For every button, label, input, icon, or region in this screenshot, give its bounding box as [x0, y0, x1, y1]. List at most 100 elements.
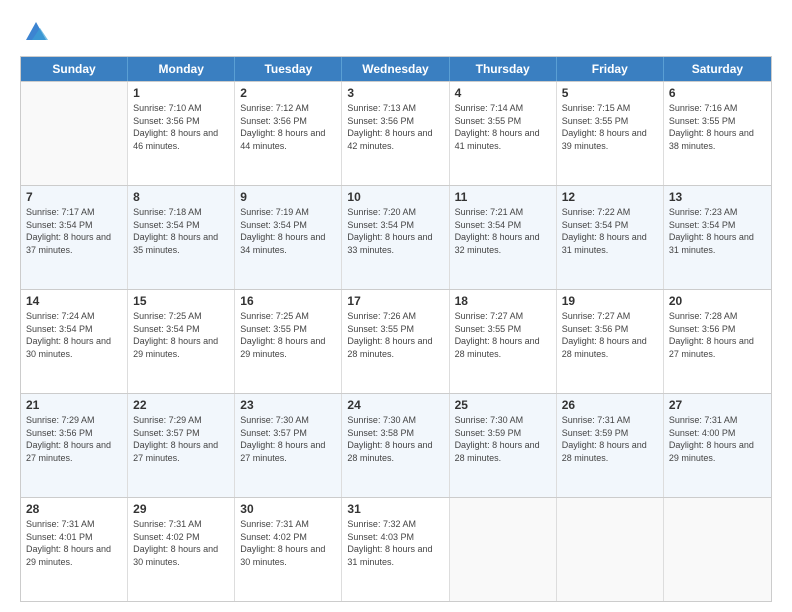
day-number: 7: [26, 190, 122, 204]
calendar-day-15: 15 Sunrise: 7:25 AMSunset: 3:54 PMDayligh…: [128, 290, 235, 393]
day-number: 15: [133, 294, 229, 308]
calendar-empty-cell: [21, 82, 128, 185]
day-info: Sunrise: 7:32 AMSunset: 4:03 PMDaylight:…: [347, 518, 443, 568]
page: SundayMondayTuesdayWednesdayThursdayFrid…: [0, 0, 792, 612]
day-number: 6: [669, 86, 766, 100]
calendar-week-2: 7 Sunrise: 7:17 AMSunset: 3:54 PMDaylight…: [21, 185, 771, 289]
day-info: Sunrise: 7:17 AMSunset: 3:54 PMDaylight:…: [26, 206, 122, 256]
calendar-day-12: 12 Sunrise: 7:22 AMSunset: 3:54 PMDayligh…: [557, 186, 664, 289]
calendar-day-16: 16 Sunrise: 7:25 AMSunset: 3:55 PMDayligh…: [235, 290, 342, 393]
day-info: Sunrise: 7:21 AMSunset: 3:54 PMDaylight:…: [455, 206, 551, 256]
header-day-sunday: Sunday: [21, 57, 128, 81]
calendar-body: 1 Sunrise: 7:10 AMSunset: 3:56 PMDaylight…: [21, 81, 771, 601]
calendar: SundayMondayTuesdayWednesdayThursdayFrid…: [20, 56, 772, 602]
calendar-week-1: 1 Sunrise: 7:10 AMSunset: 3:56 PMDaylight…: [21, 81, 771, 185]
calendar-day-4: 4 Sunrise: 7:14 AMSunset: 3:55 PMDaylight…: [450, 82, 557, 185]
day-number: 25: [455, 398, 551, 412]
day-number: 23: [240, 398, 336, 412]
day-info: Sunrise: 7:31 AMSunset: 4:00 PMDaylight:…: [669, 414, 766, 464]
day-number: 1: [133, 86, 229, 100]
day-info: Sunrise: 7:31 AMSunset: 4:02 PMDaylight:…: [240, 518, 336, 568]
calendar-day-26: 26 Sunrise: 7:31 AMSunset: 3:59 PMDayligh…: [557, 394, 664, 497]
day-number: 5: [562, 86, 658, 100]
day-number: 18: [455, 294, 551, 308]
day-number: 29: [133, 502, 229, 516]
calendar-day-19: 19 Sunrise: 7:27 AMSunset: 3:56 PMDayligh…: [557, 290, 664, 393]
day-info: Sunrise: 7:28 AMSunset: 3:56 PMDaylight:…: [669, 310, 766, 360]
header-day-wednesday: Wednesday: [342, 57, 449, 81]
day-number: 22: [133, 398, 229, 412]
day-info: Sunrise: 7:23 AMSunset: 3:54 PMDaylight:…: [669, 206, 766, 256]
calendar-week-3: 14Sunrise: 7:24 AMSunset: 3:54 PMDayligh…: [21, 289, 771, 393]
day-info: Sunrise: 7:29 AMSunset: 3:57 PMDaylight:…: [133, 414, 229, 464]
day-number: 4: [455, 86, 551, 100]
header-day-saturday: Saturday: [664, 57, 771, 81]
logo: [20, 18, 50, 46]
day-number: 30: [240, 502, 336, 516]
day-number: 9: [240, 190, 336, 204]
calendar-day-2: 2Sunrise: 7:12 AMSunset: 3:56 PMDaylight…: [235, 82, 342, 185]
day-number: 3: [347, 86, 443, 100]
day-info: Sunrise: 7:27 AMSunset: 3:55 PMDaylight:…: [455, 310, 551, 360]
calendar-day-27: 27 Sunrise: 7:31 AMSunset: 4:00 PMDayligh…: [664, 394, 771, 497]
header-day-tuesday: Tuesday: [235, 57, 342, 81]
calendar-day-18: 18 Sunrise: 7:27 AMSunset: 3:55 PMDayligh…: [450, 290, 557, 393]
day-number: 13: [669, 190, 766, 204]
calendar-day-5: 5Sunrise: 7:15 AMSunset: 3:55 PMDaylight…: [557, 82, 664, 185]
day-info: Sunrise: 7:10 AMSunset: 3:56 PMDaylight:…: [133, 102, 229, 152]
day-number: 26: [562, 398, 658, 412]
day-info: Sunrise: 7:27 AMSunset: 3:56 PMDaylight:…: [562, 310, 658, 360]
day-info: Sunrise: 7:24 AMSunset: 3:54 PMDaylight:…: [26, 310, 122, 360]
header-day-thursday: Thursday: [450, 57, 557, 81]
calendar-day-9: 9 Sunrise: 7:19 AMSunset: 3:54 PMDaylight…: [235, 186, 342, 289]
calendar-day-13: 13 Sunrise: 7:23 AMSunset: 3:54 PMDayligh…: [664, 186, 771, 289]
day-info: Sunrise: 7:30 AMSunset: 3:57 PMDaylight:…: [240, 414, 336, 464]
day-info: Sunrise: 7:30 AMSunset: 3:58 PMDaylight:…: [347, 414, 443, 464]
day-number: 11: [455, 190, 551, 204]
day-info: Sunrise: 7:22 AMSunset: 3:54 PMDaylight:…: [562, 206, 658, 256]
calendar-week-4: 21 Sunrise: 7:29 AMSunset: 3:56 PMDayligh…: [21, 393, 771, 497]
calendar-day-22: 22 Sunrise: 7:29 AMSunset: 3:57 PMDayligh…: [128, 394, 235, 497]
day-info: Sunrise: 7:20 AMSunset: 3:54 PMDaylight:…: [347, 206, 443, 256]
day-info: Sunrise: 7:26 AMSunset: 3:55 PMDaylight:…: [347, 310, 443, 360]
calendar-day-31: 31 Sunrise: 7:32 AMSunset: 4:03 PMDayligh…: [342, 498, 449, 601]
day-number: 21: [26, 398, 122, 412]
calendar-day-7: 7 Sunrise: 7:17 AMSunset: 3:54 PMDaylight…: [21, 186, 128, 289]
day-number: 17: [347, 294, 443, 308]
day-info: Sunrise: 7:18 AMSunset: 3:54 PMDaylight:…: [133, 206, 229, 256]
day-info: Sunrise: 7:13 AMSunset: 3:56 PMDaylight:…: [347, 102, 443, 152]
day-number: 16: [240, 294, 336, 308]
day-number: 12: [562, 190, 658, 204]
day-number: 8: [133, 190, 229, 204]
day-info: Sunrise: 7:25 AMSunset: 3:55 PMDaylight:…: [240, 310, 336, 360]
day-info: Sunrise: 7:30 AMSunset: 3:59 PMDaylight:…: [455, 414, 551, 464]
day-number: 27: [669, 398, 766, 412]
day-number: 19: [562, 294, 658, 308]
header-day-monday: Monday: [128, 57, 235, 81]
day-info: Sunrise: 7:25 AMSunset: 3:54 PMDaylight:…: [133, 310, 229, 360]
calendar-day-11: 11 Sunrise: 7:21 AMSunset: 3:54 PMDayligh…: [450, 186, 557, 289]
calendar-day-6: 6Sunrise: 7:16 AMSunset: 3:55 PMDaylight…: [664, 82, 771, 185]
day-info: Sunrise: 7:19 AMSunset: 3:54 PMDaylight:…: [240, 206, 336, 256]
header-day-friday: Friday: [557, 57, 664, 81]
day-info: Sunrise: 7:29 AMSunset: 3:56 PMDaylight:…: [26, 414, 122, 464]
day-number: 10: [347, 190, 443, 204]
day-info: Sunrise: 7:12 AMSunset: 3:56 PMDaylight:…: [240, 102, 336, 152]
calendar-week-5: 28Sunrise: 7:31 AMSunset: 4:01 PMDayligh…: [21, 497, 771, 601]
calendar-day-23: 23 Sunrise: 7:30 AMSunset: 3:57 PMDayligh…: [235, 394, 342, 497]
calendar-day-24: 24Sunrise: 7:30 AMSunset: 3:58 PMDayligh…: [342, 394, 449, 497]
calendar-day-20: 20Sunrise: 7:28 AMSunset: 3:56 PMDayligh…: [664, 290, 771, 393]
day-number: 31: [347, 502, 443, 516]
calendar-empty-cell: [557, 498, 664, 601]
calendar-day-3: 3 Sunrise: 7:13 AMSunset: 3:56 PMDaylight…: [342, 82, 449, 185]
day-info: Sunrise: 7:31 AMSunset: 4:02 PMDaylight:…: [133, 518, 229, 568]
calendar-header: SundayMondayTuesdayWednesdayThursdayFrid…: [21, 57, 771, 81]
calendar-day-8: 8 Sunrise: 7:18 AMSunset: 3:54 PMDaylight…: [128, 186, 235, 289]
calendar-day-25: 25 Sunrise: 7:30 AMSunset: 3:59 PMDayligh…: [450, 394, 557, 497]
day-info: Sunrise: 7:31 AMSunset: 3:59 PMDaylight:…: [562, 414, 658, 464]
calendar-day-28: 28Sunrise: 7:31 AMSunset: 4:01 PMDayligh…: [21, 498, 128, 601]
calendar-day-29: 29 Sunrise: 7:31 AMSunset: 4:02 PMDayligh…: [128, 498, 235, 601]
calendar-day-17: 17 Sunrise: 7:26 AMSunset: 3:55 PMDayligh…: [342, 290, 449, 393]
day-info: Sunrise: 7:14 AMSunset: 3:55 PMDaylight:…: [455, 102, 551, 152]
header: [20, 18, 772, 46]
